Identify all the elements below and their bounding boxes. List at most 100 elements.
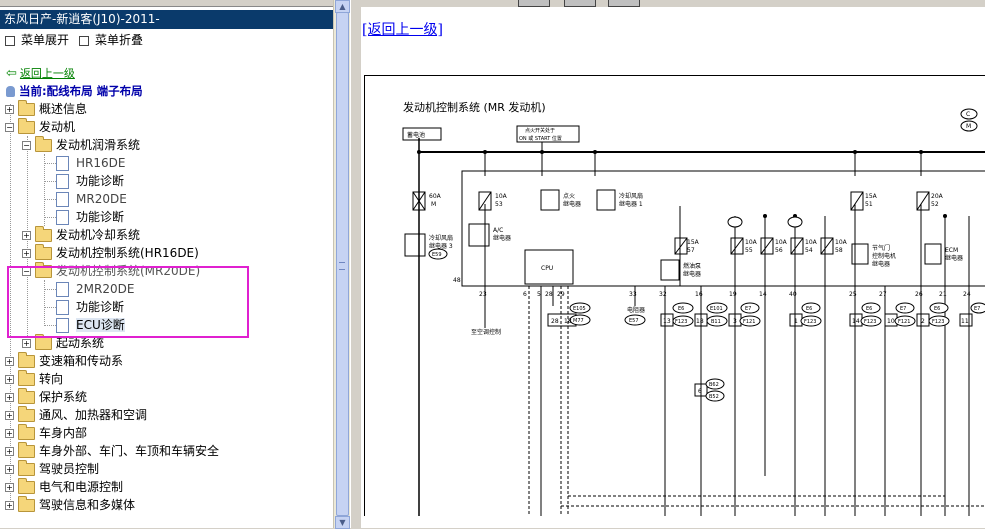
pin-label: 29 bbox=[557, 291, 565, 298]
folder-icon bbox=[18, 352, 35, 368]
fuse-label: M bbox=[431, 201, 436, 208]
tree-item-hvac[interactable]: + 通风、加热器和空调 bbox=[5, 406, 147, 424]
expand-toggle-icon[interactable]: + bbox=[5, 483, 14, 492]
fuse-label: 10A bbox=[495, 193, 508, 200]
collapse-toggle-icon[interactable]: − bbox=[22, 141, 31, 150]
expand-toggle-icon[interactable]: + bbox=[5, 357, 14, 366]
expand-toggle-icon[interactable]: + bbox=[5, 447, 14, 456]
junction-dot bbox=[540, 150, 544, 154]
fuse-label: 10A bbox=[835, 239, 848, 246]
expand-toggle-icon[interactable]: + bbox=[5, 393, 14, 402]
toolbar-button[interactable] bbox=[518, 0, 550, 7]
tree-item-interior[interactable]: + 车身内部 bbox=[5, 424, 87, 442]
top-strip bbox=[0, 0, 333, 7]
pin-label: 28 bbox=[551, 318, 559, 325]
expand-toggle-icon[interactable]: + bbox=[22, 249, 31, 258]
connector-label: E6 bbox=[678, 306, 684, 312]
connector-label: E105 bbox=[573, 306, 586, 312]
tree-item-driver-control[interactable]: + 驾驶员控制 bbox=[5, 460, 99, 478]
expand-toggle-icon[interactable]: + bbox=[5, 465, 14, 474]
tree-item-transmission[interactable]: + 变速箱和传动系 bbox=[5, 352, 123, 370]
cpu-label: CPU bbox=[541, 265, 553, 272]
expand-toggle-icon[interactable]: + bbox=[5, 411, 14, 420]
connector-label: E57 bbox=[629, 318, 639, 324]
tree-item-driver-info[interactable]: + 驾驶信息和多媒体 bbox=[5, 496, 135, 514]
pin-label: 11 bbox=[961, 318, 969, 325]
collapse-all-button[interactable]: 菜单折叠 bbox=[79, 32, 143, 48]
legend-c-label: C bbox=[966, 111, 970, 118]
tree-item-mr20de[interactable]: MR20DE bbox=[56, 190, 127, 208]
junction-dot bbox=[763, 214, 767, 218]
relay-icon bbox=[404, 233, 426, 257]
expand-toggle-icon[interactable]: + bbox=[22, 231, 31, 240]
pin-label: 18 bbox=[564, 318, 572, 325]
fuse-icon bbox=[674, 237, 688, 255]
expand-toggle-icon[interactable]: + bbox=[5, 105, 14, 114]
relay-label: 控制电机 bbox=[872, 252, 896, 260]
tree-item-overview[interactable]: + 概述信息 bbox=[5, 100, 87, 118]
tree-item-lubrication[interactable]: − 发动机润滑系统 bbox=[22, 136, 140, 154]
expand-toggle-icon[interactable]: + bbox=[5, 375, 14, 384]
fuse-label: 15A bbox=[687, 239, 700, 246]
pin-label: 6 bbox=[698, 388, 702, 395]
fuse-icon bbox=[790, 237, 804, 255]
fuse-label: 15A bbox=[865, 193, 878, 200]
tree-item-engine[interactable]: − 发动机 bbox=[5, 118, 75, 136]
tree-item-func-diag-1[interactable]: 功能诊断 bbox=[56, 172, 124, 190]
scroll-down-icon[interactable]: ▼ bbox=[335, 516, 350, 529]
relay-icon bbox=[660, 259, 680, 281]
relay-label: A/C bbox=[493, 227, 503, 234]
connector-label: B62 bbox=[709, 382, 719, 388]
toolbar-button[interactable] bbox=[608, 0, 640, 7]
wiring-diagram: 发动机控制系统 (MR 发动机) 蓄电池 点火开关处于 ON 或 START 位… bbox=[364, 75, 985, 516]
fuse-label: 20A bbox=[931, 193, 944, 200]
tree-item-func-diag-2[interactable]: 功能诊断 bbox=[56, 208, 124, 226]
connector-label: E7 bbox=[745, 306, 751, 312]
tree-item-electrical[interactable]: + 电气和电源控制 bbox=[5, 478, 123, 496]
pin-label: 2 bbox=[921, 318, 925, 325]
pin-label: 23 bbox=[479, 291, 487, 298]
collapse-icon bbox=[79, 35, 89, 46]
folder-open-icon bbox=[18, 118, 35, 134]
top-toolbar bbox=[361, 0, 985, 7]
fuse-label: 56 bbox=[775, 247, 783, 254]
tree-back-link[interactable]: ⇦ 返回上一级 bbox=[6, 65, 75, 81]
tree-item-control-hr16de[interactable]: + 发动机控制系统(HR16DE) bbox=[22, 244, 199, 262]
connector-label: E6 bbox=[934, 306, 940, 312]
relay-label: 继电器 bbox=[683, 270, 701, 278]
folder-icon bbox=[18, 496, 35, 512]
folder-icon bbox=[18, 478, 35, 494]
content-back-link[interactable]: [返回上一级] bbox=[362, 19, 443, 39]
folder-open-icon bbox=[35, 136, 52, 152]
ignition-label: 点火开关处于 bbox=[525, 127, 555, 134]
fuse-label: 57 bbox=[687, 247, 695, 254]
relay-icon bbox=[596, 189, 616, 211]
tree-item-exterior[interactable]: + 车身外部、车门、车顶和车辆安全 bbox=[5, 442, 219, 460]
tree-line bbox=[44, 163, 56, 164]
connector-label: F123 bbox=[675, 319, 687, 325]
tree-item-hr16de[interactable]: HR16DE bbox=[56, 154, 125, 172]
connector-label: F123 bbox=[864, 319, 876, 325]
expand-all-button[interactable]: 菜单展开 bbox=[5, 32, 69, 48]
expand-toggle-icon[interactable]: + bbox=[5, 501, 14, 510]
collapse-toggle-icon[interactable]: − bbox=[5, 123, 14, 132]
fuse-label: 52 bbox=[931, 201, 939, 208]
tree-item-protection[interactable]: + 保护系统 bbox=[5, 388, 87, 406]
tree-item-steering[interactable]: + 转向 bbox=[5, 370, 63, 388]
document-icon bbox=[56, 210, 69, 225]
expand-toggle-icon[interactable]: + bbox=[5, 429, 14, 438]
pin-label: 28 bbox=[545, 291, 553, 298]
toolbar-button[interactable] bbox=[564, 0, 596, 7]
relay-label: ECM bbox=[945, 247, 958, 254]
connector-label: E7 bbox=[900, 306, 906, 312]
expand-toggle-icon[interactable]: + bbox=[22, 339, 31, 348]
pin-label: 10 bbox=[887, 318, 895, 325]
tree-item-cooling[interactable]: + 发动机冷却系统 bbox=[22, 226, 140, 244]
pin-label: 3 bbox=[733, 318, 737, 325]
pin-label: 14 bbox=[852, 318, 860, 325]
fuse-label: 54 bbox=[805, 247, 813, 254]
tree-line bbox=[44, 181, 56, 182]
fuse-icon bbox=[760, 237, 774, 255]
fuse-label: 51 bbox=[865, 201, 873, 208]
connector-label: E6 bbox=[866, 306, 872, 312]
